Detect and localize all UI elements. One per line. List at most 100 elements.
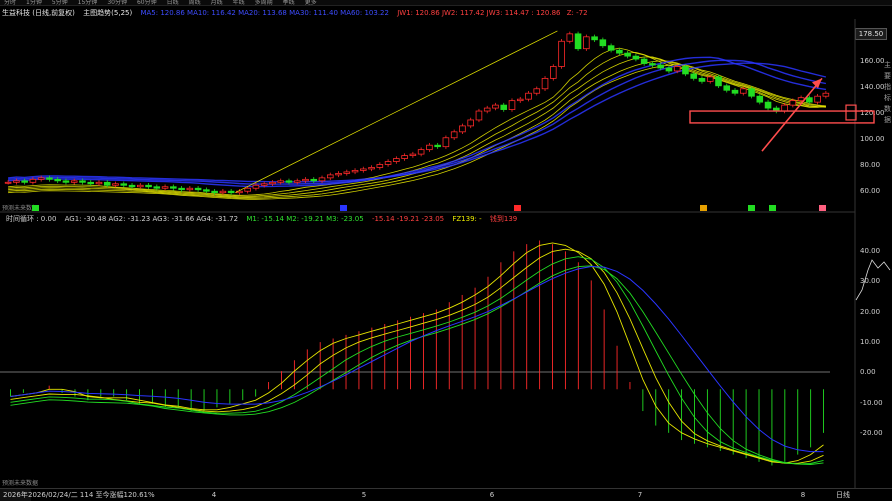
candle-body [665,67,673,72]
candle-body [244,187,251,192]
candle-body [632,55,640,60]
candle-body [54,178,61,182]
signal-marker [819,205,826,211]
candle-body [533,88,541,94]
candle-body [599,39,607,47]
candle-body [806,97,813,103]
candle-body [566,33,574,42]
candle-body [450,131,458,139]
signal-marker [700,205,707,211]
candle-body [153,186,161,189]
candle-body [326,174,334,179]
candle-body [756,95,764,103]
osc-line-blue [10,265,824,453]
candle-body [120,183,128,186]
osc-line [10,248,824,464]
candle-body [814,95,821,103]
chart-canvas[interactable] [0,0,892,500]
candle-body [690,73,698,79]
candle-body [87,181,95,185]
candle-body [673,66,681,72]
candle-body [95,181,103,185]
candle-body [211,190,218,194]
candle-body [302,178,309,182]
candle-body [789,100,797,106]
candle-body [37,177,45,180]
candle-body [426,144,433,151]
candle-body [591,36,598,41]
trend-arrow [761,77,823,152]
candle-body [508,100,516,110]
candle-body [194,187,202,191]
x-label: 8 [800,491,806,499]
candle-body [351,170,359,173]
candle-body [219,190,227,194]
candle-body [516,98,524,102]
candle-body [640,58,648,64]
candle-body [136,184,144,188]
candle-body [145,184,152,188]
candle-body [417,149,425,155]
osc-line [10,242,824,464]
candle-body [434,144,441,148]
candle-body [541,77,549,90]
candle-body [343,171,351,174]
candle-body [467,119,474,127]
ma-ribbon-yellow [8,51,826,197]
candle-body [764,101,772,109]
signal-marker [340,205,347,211]
candle-body [583,36,590,50]
candle-body [318,177,326,182]
x-label: 6 [489,491,495,499]
candle-body [4,181,12,184]
candle-body [203,189,210,192]
candle-body [706,76,714,82]
candle-body [731,89,739,94]
candle-body [723,85,731,91]
candle-body [748,88,755,97]
x-label: 5 [361,491,367,499]
candle-body [393,158,400,162]
candle-body [715,76,722,87]
axis-squiggle [855,259,891,301]
candle-body [79,180,86,183]
candle-body [409,153,417,156]
candle-body [62,180,70,183]
candle-body [112,183,119,186]
candle-body [739,88,747,94]
candle-body [335,172,342,176]
candle-body [170,186,177,189]
candle-body [269,181,276,185]
candle-body [260,183,268,186]
candle-body [475,110,483,121]
cursor-date-info: 2026/02/24/二 114 至今涨幅120.61% [28,491,155,499]
candle-body [698,77,706,82]
candle-body [574,33,582,50]
signal-marker [32,205,39,211]
time-axis: 2026年 2026/02/24/二 114 至今涨幅120.61% 4 5 6… [0,488,892,501]
candle-body [442,137,450,148]
candle-body [558,40,565,67]
candle-body [781,104,788,112]
candle-body [277,180,285,183]
year-label: 2026年 [0,489,31,501]
candle-body [70,180,78,183]
x-label: 7 [637,491,643,499]
candle-body [161,186,169,189]
signal-marker [514,205,521,211]
ma-ribbon-blue [8,56,827,188]
candle-body [607,45,615,51]
candle-body [293,180,301,183]
candle-body [401,155,408,159]
candle-body [186,187,194,191]
x-label: 4 [211,491,217,499]
candle-body [649,63,656,66]
candle-body [368,167,375,170]
period-label[interactable]: 日线 [836,489,850,501]
candle-body [384,161,392,165]
candle-body [492,104,499,109]
candle-body [285,180,293,183]
candle-body [682,66,689,75]
candle-body [46,177,53,180]
candle-body [252,184,260,189]
